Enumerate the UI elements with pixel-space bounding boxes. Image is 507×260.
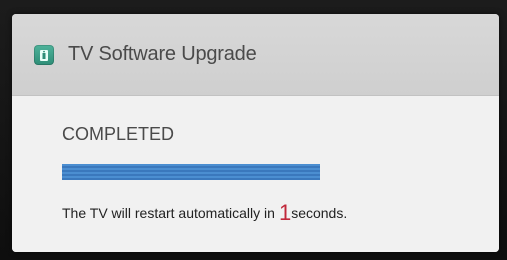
- tv-screen: TV Software Upgrade COMPLETED The TV wil…: [0, 0, 507, 260]
- software-upgrade-dialog: TV Software Upgrade COMPLETED The TV wil…: [12, 14, 499, 252]
- restart-message: The TV will restart automatically in 1sec…: [62, 200, 347, 226]
- dialog-header: TV Software Upgrade: [12, 14, 499, 96]
- progress-fill: [62, 164, 320, 180]
- software-upgrade-icon: [34, 44, 54, 65]
- restart-suffix: seconds.: [291, 205, 348, 221]
- countdown-value: 1: [278, 200, 292, 225]
- progress-bar: [62, 164, 320, 180]
- dialog-title: TV Software Upgrade: [68, 43, 257, 65]
- status-label: COMPLETED: [62, 124, 175, 144]
- restart-prefix: The TV will restart automatically in: [62, 205, 275, 221]
- dialog-body: COMPLETED The TV will restart automatica…: [12, 96, 499, 252]
